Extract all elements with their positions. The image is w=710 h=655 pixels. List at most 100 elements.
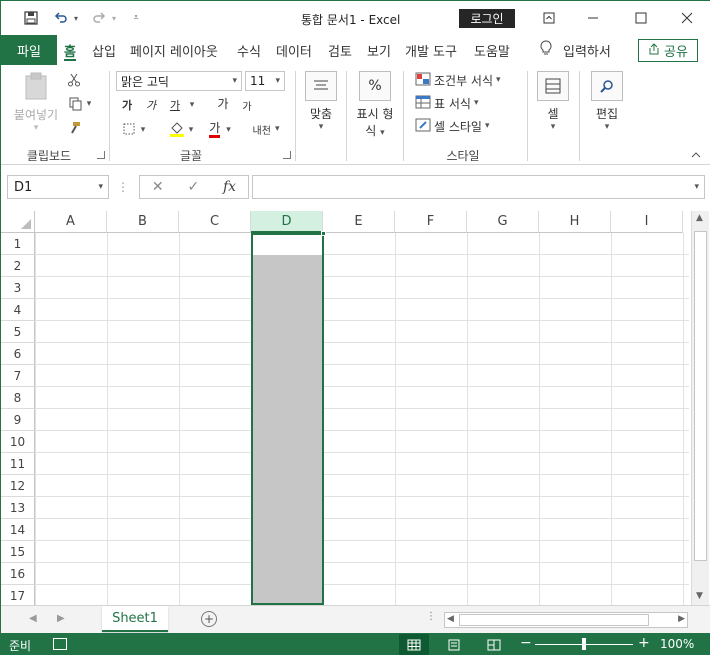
copy-icon[interactable]: ▾ — [65, 95, 95, 113]
scroll-right-icon[interactable]: ▶ — [678, 614, 685, 624]
column-header-i[interactable]: I — [611, 211, 683, 233]
prev-sheet-icon[interactable]: ◀ — [29, 613, 37, 624]
tab-view[interactable]: 보기 — [367, 35, 391, 65]
font-size-dropdown[interactable]: 11 ▾ — [245, 71, 285, 91]
vertical-scroll-thumb[interactable] — [694, 231, 707, 561]
page-break-view-icon[interactable] — [479, 634, 509, 655]
maximize-icon[interactable] — [621, 7, 661, 29]
row-header-4[interactable]: 4 — [1, 299, 35, 321]
select-all-button[interactable] — [1, 211, 35, 233]
cancel-icon[interactable]: ✕ — [152, 179, 164, 195]
column-header-e[interactable]: E — [323, 211, 395, 233]
tab-file[interactable]: 파일 — [1, 35, 57, 65]
save-icon[interactable] — [21, 9, 41, 27]
tab-data[interactable]: 데이터 — [276, 35, 312, 65]
row-header-12[interactable]: 12 — [1, 475, 35, 497]
grow-font-button[interactable]: 가 — [215, 95, 231, 111]
conditional-format-button[interactable]: 조건부 서식 ▾ — [415, 71, 501, 89]
row-header-3[interactable]: 3 — [1, 277, 35, 299]
horizontal-scroll-thumb[interactable] — [459, 614, 649, 626]
redo-icon[interactable] — [89, 9, 109, 27]
zoom-in-icon[interactable]: + — [638, 635, 650, 651]
alignment-button[interactable]: 맞춤 ▾ — [301, 71, 341, 132]
shrink-font-button[interactable]: 가 — [239, 97, 255, 113]
horizontal-scrollbar[interactable]: ◀ ▶ — [444, 612, 688, 628]
collapse-ribbon-icon[interactable] — [689, 149, 703, 161]
row-header-17[interactable]: 17 — [1, 585, 35, 605]
row-header-13[interactable]: 13 — [1, 497, 35, 519]
customize-icon[interactable]: ⩡ — [129, 9, 143, 27]
tab-home[interactable]: 홈 — [64, 35, 76, 65]
sheet-tab[interactable]: Sheet1 — [102, 606, 168, 632]
zoom-out-icon[interactable]: − — [520, 635, 532, 651]
row-header-8[interactable]: 8 — [1, 387, 35, 409]
scroll-down-icon[interactable]: ▼ — [696, 591, 703, 601]
normal-view-icon[interactable] — [399, 634, 429, 655]
formula-input[interactable]: ▾ — [252, 175, 705, 199]
tab-help[interactable]: 도움말 — [474, 35, 510, 65]
font-launcher-icon[interactable] — [283, 151, 291, 159]
row-header-7[interactable]: 7 — [1, 365, 35, 387]
zoom-level[interactable]: 100% — [660, 637, 694, 651]
row-header-15[interactable]: 15 — [1, 541, 35, 563]
number-format-button[interactable]: % 표시 형 식 ▾ — [353, 71, 397, 139]
tab-splitter[interactable]: ⋮ — [426, 611, 436, 622]
page-layout-view-icon[interactable] — [439, 634, 469, 655]
close-icon[interactable] — [667, 7, 707, 29]
row-header-5[interactable]: 5 — [1, 321, 35, 343]
column-header-g[interactable]: G — [467, 211, 539, 233]
bold-button[interactable]: 가 — [119, 97, 135, 113]
row-header-9[interactable]: 9 — [1, 409, 35, 431]
vertical-scrollbar[interactable]: ▲ ▼ — [691, 211, 709, 605]
fill-handle[interactable] — [321, 231, 326, 236]
format-painter-icon[interactable] — [65, 119, 83, 137]
fill-color-button[interactable]: ▾ — [165, 120, 197, 140]
macro-recording-icon[interactable] — [53, 638, 67, 650]
borders-button[interactable]: ▾ — [119, 121, 149, 139]
row-header-1[interactable]: 1 — [1, 233, 35, 255]
editing-button[interactable]: 편집 ▾ — [589, 71, 625, 132]
italic-button[interactable]: 가 — [143, 97, 159, 113]
cell-styles-button[interactable]: 셀 스타일 ▾ — [415, 117, 490, 135]
tab-review[interactable]: 검토 — [328, 35, 352, 65]
scroll-up-icon[interactable]: ▲ — [696, 213, 703, 223]
tab-developer[interactable]: 개발 도구 — [405, 35, 457, 65]
formula-splitter[interactable]: ⋮ — [117, 179, 129, 195]
phonetic-button[interactable]: 내천 ▾ — [249, 119, 283, 139]
tab-page-layout[interactable]: 페이지 레이아웃 — [130, 35, 218, 65]
insert-function-icon[interactable]: fx — [223, 179, 236, 195]
tab-insert[interactable]: 삽입 — [92, 35, 116, 65]
underline-button[interactable]: 가 — [167, 97, 183, 113]
minimize-icon[interactable] — [573, 7, 613, 29]
row-header-6[interactable]: 6 — [1, 343, 35, 365]
cell-area[interactable] — [35, 233, 689, 605]
row-header-10[interactable]: 10 — [1, 431, 35, 453]
enter-icon[interactable]: ✓ — [187, 179, 199, 195]
column-header-d[interactable]: D — [251, 211, 323, 233]
redo-dropdown-icon[interactable]: ▾ — [109, 9, 119, 27]
clipboard-launcher-icon[interactable] — [97, 151, 105, 159]
active-cell[interactable] — [253, 235, 322, 255]
row-header-2[interactable]: 2 — [1, 255, 35, 277]
row-header-14[interactable]: 14 — [1, 519, 35, 541]
ribbon-display-icon[interactable] — [529, 7, 569, 29]
column-header-a[interactable]: A — [35, 211, 107, 233]
row-header-16[interactable]: 16 — [1, 563, 35, 585]
selected-column-range[interactable] — [251, 233, 324, 605]
cells-button[interactable]: 셀 ▾ — [535, 71, 571, 132]
font-color-button[interactable]: 가 ▾ — [203, 120, 237, 140]
tab-formulas[interactable]: 수식 — [237, 35, 261, 65]
column-header-c[interactable]: C — [179, 211, 251, 233]
cut-icon[interactable] — [65, 71, 83, 89]
font-name-dropdown[interactable]: 맑은 고딕 ▾ — [116, 71, 242, 91]
undo-icon[interactable] — [51, 9, 71, 27]
format-as-table-button[interactable]: 표 서식 ▾ — [415, 94, 478, 112]
column-header-h[interactable]: H — [539, 211, 611, 233]
name-box[interactable]: D1 ▾ — [7, 175, 109, 199]
undo-dropdown-icon[interactable]: ▾ — [71, 9, 81, 27]
column-header-b[interactable]: B — [107, 211, 179, 233]
login-button[interactable]: 로그인 — [459, 9, 515, 28]
row-header-11[interactable]: 11 — [1, 453, 35, 475]
zoom-slider-thumb[interactable] — [582, 638, 586, 650]
tell-me-search[interactable]: 입력하서 — [539, 35, 611, 65]
